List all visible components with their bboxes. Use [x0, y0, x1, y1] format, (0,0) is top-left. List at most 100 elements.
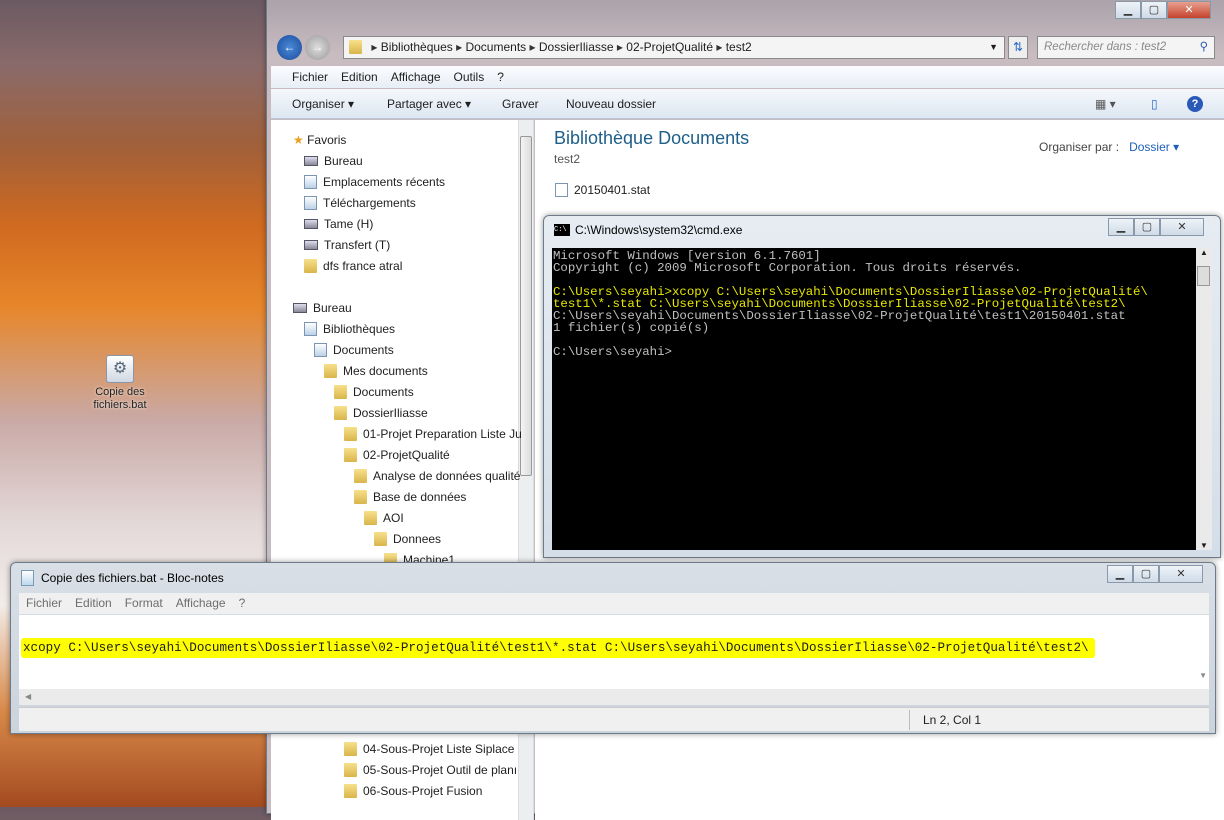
breadcrumb-item[interactable]: Documents — [465, 40, 526, 54]
notepad-vscroll-down[interactable]: ▼ — [1199, 671, 1207, 680]
breadcrumb-item[interactable]: Bibliothèques — [381, 40, 453, 54]
burn-button[interactable]: Graver — [502, 89, 539, 119]
folder-icon — [354, 469, 367, 483]
tree-item[interactable]: dfs france atral — [304, 256, 402, 276]
tree-item[interactable]: Documents — [314, 340, 394, 360]
tree-item[interactable]: Documents — [334, 382, 414, 402]
notepad-window: Copie des fichiers.bat - Bloc-notes ▁ ▢ ✕ … — [10, 562, 1216, 734]
desktop-icon-label: Copie des fichiers.bat — [93, 386, 147, 411]
menu-edition[interactable]: Edition — [341, 70, 378, 84]
tree-item[interactable]: Emplacements récents — [304, 172, 445, 192]
breadcrumb-item[interactable]: DossierIliasse — [539, 40, 614, 54]
bat-file-icon: ⚙ — [106, 355, 134, 383]
cmd-scrollbar[interactable]: ▲ ▼ — [1196, 248, 1212, 550]
notepad-content: xcopy C:\Users\seyahi\Documents\DossierI… — [21, 638, 1095, 658]
tree-item[interactable]: DossierIliasse — [334, 403, 428, 423]
menu-affichage[interactable]: Affichage — [176, 596, 226, 610]
tree-item-label: Transfert (T) — [324, 238, 391, 252]
minimize-button[interactable]: ▁ — [1107, 565, 1133, 583]
tree-item[interactable]: Mes documents — [324, 361, 428, 381]
maximize-button[interactable]: ▢ — [1134, 218, 1160, 236]
command-bar: Organiser ▾ Partager avec ▾ Graver Nouve… — [271, 89, 1224, 119]
menu-format[interactable]: Format — [125, 596, 163, 610]
library-title: Bibliothèque Documents — [554, 128, 750, 148]
arrange-by: Organiser par : Dossier ▾ — [1039, 140, 1180, 154]
folder-icon — [344, 427, 357, 441]
close-button[interactable]: ✕ — [1160, 218, 1204, 236]
tree-item[interactable]: AOI — [364, 508, 404, 528]
tree-item-label: Tame (H) — [324, 217, 374, 231]
tree-item-label: 02-ProjetQualité — [363, 448, 450, 462]
library-icon — [304, 322, 317, 336]
file-item[interactable]: 20150401.stat — [555, 183, 650, 197]
menu-fichier[interactable]: Fichier — [292, 70, 328, 84]
share-button[interactable]: Partager avec ▾ — [387, 89, 471, 119]
minimize-button[interactable]: ▁ — [1108, 218, 1134, 236]
tree-item-label: DossierIliasse — [353, 406, 428, 420]
preview-pane-icon[interactable]: ▯ — [1151, 89, 1158, 119]
breadcrumb-item[interactable]: 02-ProjetQualité — [626, 40, 713, 54]
tree-item[interactable]: 02-ProjetQualité — [344, 445, 450, 465]
close-button[interactable]: ✕ — [1167, 1, 1211, 19]
tree-item[interactable]: 06-Sous-Projet Fusion — [344, 781, 482, 801]
tree-item[interactable]: 01-Projet Preparation Liste Ju — [344, 424, 522, 444]
search-input[interactable]: Rechercher dans : test2 ⚲ — [1037, 36, 1215, 59]
menu-help[interactable]: ? — [239, 596, 246, 610]
folder-icon — [344, 763, 357, 777]
menu-help[interactable]: ? — [497, 70, 504, 84]
tree-item[interactable]: Bureau — [293, 298, 352, 318]
view-options-icon[interactable]: ▦ ▾ — [1095, 89, 1116, 119]
tree-item[interactable]: Bureau — [304, 151, 363, 171]
tree-item-label: Téléchargements — [323, 196, 416, 210]
maximize-button[interactable]: ▢ — [1133, 565, 1159, 583]
notepad-hscrollbar[interactable]: ◀ — [19, 689, 1209, 705]
tree-item[interactable]: Bibliothèques — [304, 319, 395, 339]
console-output[interactable]: Microsoft Windows [version 6.1.7601] Copy… — [552, 248, 1196, 550]
tree-item-label: Bureau — [313, 301, 352, 315]
tree-item-label: Analyse de données qualité — [373, 469, 521, 483]
tree-item[interactable]: Donnees — [374, 529, 441, 549]
folder-icon — [324, 364, 337, 378]
close-button[interactable]: ✕ — [1159, 565, 1203, 583]
tree-item[interactable]: 05-Sous-Projet Outil de planı — [344, 760, 517, 780]
network-drive-icon — [304, 219, 318, 229]
tree-item[interactable]: Analyse de données qualité — [354, 466, 520, 486]
desktop-icon-bat[interactable]: ⚙ Copie des fichiers.bat — [85, 355, 155, 412]
tree-item[interactable]: Téléchargements — [304, 193, 416, 213]
maximize-button[interactable]: ▢ — [1141, 1, 1167, 19]
tree-item[interactable]: ★ Favoris — [293, 130, 346, 150]
download-icon — [304, 196, 317, 210]
console-line: Copyright (c) 2009 Microsoft Corporation… — [553, 261, 1022, 275]
notepad-icon — [21, 570, 34, 586]
explorer-window-controls: ▁ ▢ ✕ — [1115, 1, 1211, 19]
tree-item[interactable]: Base de données — [354, 487, 466, 507]
arrange-by-dropdown[interactable]: Dossier ▾ — [1129, 140, 1179, 154]
breadcrumb-item[interactable]: test2 — [726, 40, 752, 54]
tree-item[interactable]: Transfert (T) — [304, 235, 390, 255]
search-icon: ⚲ — [1199, 41, 1208, 53]
menu-bar: Fichier Edition Affichage Outils? — [271, 66, 1224, 88]
help-icon[interactable]: ? — [1187, 96, 1203, 112]
folder-icon — [334, 406, 347, 420]
notepad-status-bar: Ln 2, Col 1 — [19, 707, 1209, 731]
cmd-window-controls: ▁ ▢ ✕ — [1108, 218, 1204, 236]
organize-button[interactable]: Organiser ▾ — [292, 89, 354, 119]
notepad-text-area[interactable]: xcopy C:\Users\seyahi\Documents\DossierI… — [19, 615, 1209, 689]
refresh-button[interactable]: ⇅ — [1008, 36, 1028, 59]
forward-button[interactable]: → — [305, 35, 330, 60]
cmd-window: C:\ C:\Windows\system32\cmd.exe ▁ ▢ ✕ Micr… — [543, 215, 1221, 558]
menu-edition[interactable]: Edition — [75, 596, 112, 610]
tree-item-label: Donnees — [393, 532, 442, 546]
tree-item[interactable]: Tame (H) — [304, 214, 373, 234]
menu-affichage[interactable]: Affichage — [391, 70, 441, 84]
address-bar[interactable]: ▸ Bibliothèques ▸ Documents ▸ DossierIli… — [343, 36, 1005, 59]
menu-fichier[interactable]: Fichier — [26, 596, 62, 610]
new-folder-button[interactable]: Nouveau dossier — [566, 89, 656, 119]
back-button[interactable]: ← — [277, 35, 302, 60]
desktop-icon — [304, 156, 318, 166]
tree-item-label: Emplacements récents — [323, 175, 446, 189]
tree-item[interactable]: 04-Sous-Projet Liste Siplace — [344, 739, 514, 759]
menu-outils[interactable]: Outils — [454, 70, 485, 84]
minimize-button[interactable]: ▁ — [1115, 1, 1141, 19]
address-dropdown-icon[interactable]: ▼ — [989, 37, 998, 58]
